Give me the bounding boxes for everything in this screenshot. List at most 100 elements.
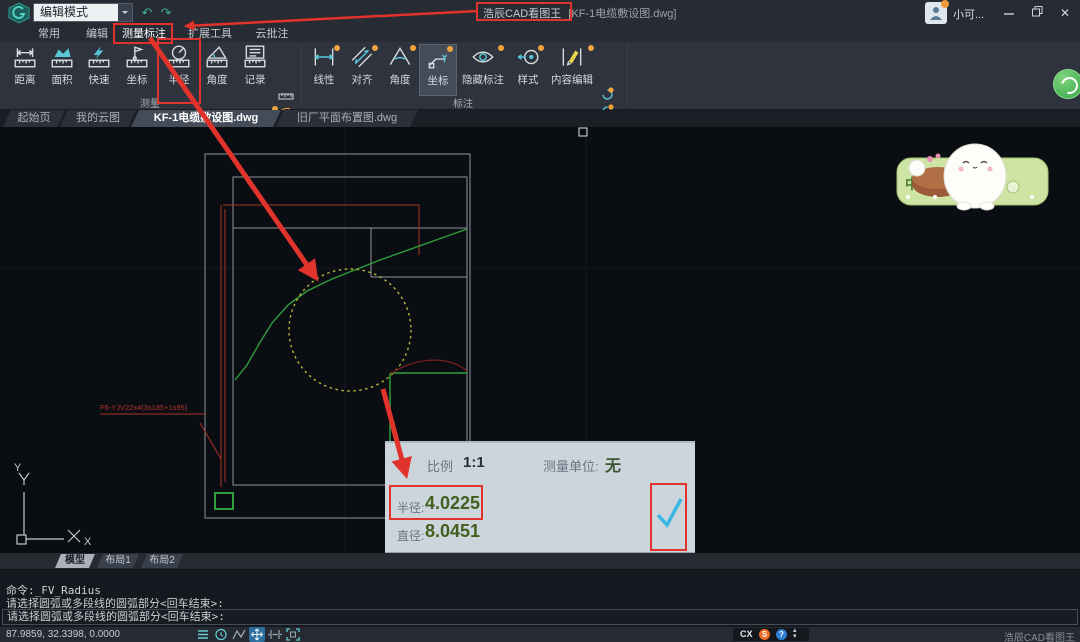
cable-label: F6-YJV22x4(3x185+1x95) <box>100 403 188 412</box>
button-label: 角度 <box>207 72 228 87</box>
ucs-y-label: Y <box>14 462 22 474</box>
tab-ext-tools[interactable]: 扩展工具 <box>182 26 238 42</box>
button-label: 坐标 <box>127 72 148 87</box>
vip-dot-icon <box>334 45 340 51</box>
doctab-kf1-cable[interactable]: KF-1电缆敷设图.dwg <box>131 110 281 127</box>
check-icon <box>658 499 681 525</box>
measure-radius-button[interactable]: 半径 <box>160 44 198 96</box>
doctab-old-plant[interactable]: 旧厂平面布置图.dwg <box>276 110 418 127</box>
sogou-ime-icon[interactable]: S <box>759 629 770 640</box>
redo-icon[interactable]: ↷ <box>158 5 174 21</box>
measure-group-label: 测量 <box>100 95 200 110</box>
button-label: 样式 <box>518 72 539 87</box>
measure-coord-button[interactable]: 坐标 <box>118 44 156 96</box>
group-separator <box>301 44 302 106</box>
vip-dot-icon <box>372 45 378 51</box>
measure-result-dialog: 比例 1:1 测量单位: 无 半径: 4.0225 直径: 8.0451 <box>385 441 695 553</box>
scale-label: 比例 <box>427 456 453 475</box>
doctab-my-cloud[interactable]: 我的云图 <box>60 110 136 127</box>
tab-measure-dim[interactable]: 测量标注 <box>116 26 172 42</box>
fullscreen-icon[interactable] <box>285 627 301 642</box>
confirm-check-button[interactable] <box>653 491 685 533</box>
history-clock-icon[interactable] <box>213 627 229 642</box>
measure-record-button[interactable]: 记录 <box>236 44 274 96</box>
edit-mode-value: 编辑模式 <box>40 5 88 19</box>
title-bar: 编辑模式 ↶ ↷ 浩辰CAD看图王 [KF-1电缆敷设图.dwg] 小可... … <box>0 0 1080 26</box>
app-window: 编辑模式 ↶ ↷ 浩辰CAD看图王 [KF-1电缆敷设图.dwg] 小可... … <box>0 0 1080 642</box>
dim-coord-button[interactable]: 坐标 <box>419 44 457 96</box>
brand-label: 浩辰CAD看图王 <box>1004 629 1075 642</box>
command-window: 命令:_FV_Radius 请选择圆弧或多段线的圆弧部分<回车结束>: 请选择圆… <box>0 569 1080 627</box>
layout-tab-1[interactable]: 布局1 <box>97 554 139 568</box>
button-label: 面积 <box>52 72 73 87</box>
dim-aligned-button[interactable]: 对齐 <box>343 44 381 96</box>
button-label: 线性 <box>314 72 335 87</box>
menu-icon[interactable] <box>195 627 211 642</box>
linewidth-icon[interactable] <box>267 627 283 642</box>
doctab-start-page[interactable]: 起始页 <box>3 110 65 127</box>
command-input[interactable]: 请选择圆弧或多段线的圆弧部分<回车结束>: <box>2 609 1078 625</box>
diameter-label: 直径: <box>397 527 424 544</box>
tab-cloud-note[interactable]: 云批注 <box>248 26 296 42</box>
unit-label: 测量单位: <box>543 456 599 475</box>
dim-linear-button[interactable]: 线性 <box>305 44 343 96</box>
button-label: 隐藏标注 <box>462 72 504 87</box>
ime-mascot: 中 <box>897 144 1048 210</box>
unit-value: 无 <box>605 452 621 476</box>
dim-content-edit-button[interactable]: 内容编辑 <box>547 44 597 96</box>
button-label: 坐标 <box>428 73 449 88</box>
button-label: 记录 <box>245 72 266 87</box>
layout-tab-2[interactable]: 布局2 <box>141 554 183 568</box>
green-block <box>215 493 233 509</box>
ime-toolbar: CX S ? ▴▾ <box>733 628 809 641</box>
measure-quick-button[interactable]: 快速 <box>80 44 118 96</box>
minimize-icon[interactable] <box>1000 4 1018 22</box>
group-separator <box>627 44 628 106</box>
vip-dot-icon <box>498 45 504 51</box>
vip-dot-icon <box>447 46 453 52</box>
button-label: 对齐 <box>352 72 373 87</box>
restore-icon[interactable] <box>1028 4 1046 22</box>
scale-value: 1:1 <box>463 454 485 471</box>
dim-side-icon-1[interactable] <box>600 87 616 102</box>
doc-title-text: [KF-1电缆敷设图.dwg] <box>568 8 676 20</box>
window-title: 浩辰CAD看图王 [KF-1电缆敷设图.dwg] <box>479 5 676 21</box>
pan-move-icon[interactable] <box>249 627 265 642</box>
undo-icon[interactable]: ↶ <box>139 5 155 21</box>
ime-lang-label[interactable]: CX <box>740 629 753 639</box>
notification-badge <box>941 0 949 8</box>
tab-edit[interactable]: 编辑 <box>78 26 116 42</box>
cursor-coordinates: 87.9859, 32.3398, 0.0000 <box>6 629 120 640</box>
edit-mode-select[interactable]: 编辑模式 <box>33 3 133 22</box>
close-icon[interactable]: ✕ <box>1056 4 1074 22</box>
lower-right-lines <box>390 360 467 441</box>
vip-dot-icon <box>538 45 544 51</box>
app-title-text: 浩辰CAD看图王 <box>479 8 565 20</box>
user-name[interactable]: 小可... <box>953 6 984 22</box>
vip-dot-icon <box>410 45 416 51</box>
dim-group-label: 标注 <box>413 95 513 110</box>
button-label: 半径 <box>169 72 190 87</box>
tab-common[interactable]: 常用 <box>30 26 68 42</box>
layout-tab-bar: 模型 布局1 布局2 <box>0 553 1080 569</box>
dim-style-button[interactable]: 样式 <box>509 44 547 96</box>
layout-tab-model[interactable]: 模型 <box>55 554 95 568</box>
document-tab-bar: 起始页 我的云图 KF-1电缆敷设图.dwg 旧厂平面布置图.dwg <box>0 110 1080 127</box>
button-label: 内容编辑 <box>551 72 593 87</box>
measure-area-button[interactable]: 面积 <box>43 44 81 96</box>
measure-angle-button[interactable]: 角度 <box>198 44 236 96</box>
measure-mini-ruler-icon[interactable] <box>274 88 298 103</box>
radius-value: 4.0225 <box>425 493 480 514</box>
radius-label: 半径: <box>397 499 424 516</box>
ucs-icon <box>17 473 80 544</box>
measure-distance-button[interactable]: 距离 <box>6 44 44 96</box>
dim-hide-button[interactable]: 隐藏标注 <box>459 44 507 96</box>
ime-expand-icon[interactable]: ▴▾ <box>793 628 797 640</box>
polyline-icon[interactable] <box>231 627 247 642</box>
ribbon: 距离 面积 快速 坐标 半径 角度 记录 <box>0 42 1080 110</box>
combo-dropdown-icon[interactable] <box>118 4 132 21</box>
ime-help-icon[interactable]: ? <box>776 629 787 640</box>
vip-dot-icon <box>588 45 594 51</box>
dim-angle-button[interactable]: 角度 <box>381 44 419 96</box>
floating-assistant-badge[interactable] <box>1053 69 1080 99</box>
